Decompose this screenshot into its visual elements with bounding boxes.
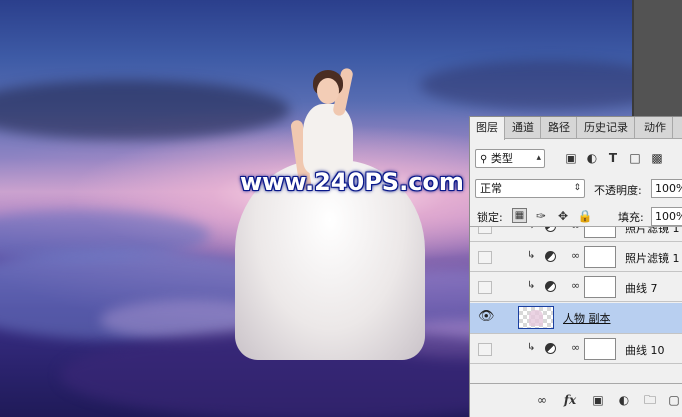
smart-object-filter-icon[interactable]: ▩ <box>649 149 665 167</box>
layer-row[interactable]: ↳ ∞ 照片滤镜 1 <box>470 227 682 242</box>
blend-row: 正常 ⇕ 不透明度: 100% <box>470 179 682 199</box>
image-filter-icon[interactable]: ▣ <box>563 149 579 167</box>
fill-input[interactable]: 100% <box>651 207 682 226</box>
add-mask-icon[interactable]: ▣ <box>590 392 606 408</box>
link-icon[interactable]: ∞ <box>571 227 580 232</box>
layer-name[interactable]: 照片滤镜 1 <box>625 227 680 236</box>
layer-row[interactable]: ↳ ∞ 曲线 7 <box>470 273 682 302</box>
link-icon[interactable]: ∞ <box>571 341 580 354</box>
chevron-updown-icon: ⇕ <box>573 183 581 193</box>
eye-icon[interactable]: 👁 <box>478 310 495 324</box>
layer-row-selected[interactable]: 👁 人物 副本 <box>470 303 682 334</box>
tab-history[interactable]: 历史记录 <box>578 117 635 139</box>
tab-paths[interactable]: 路径 <box>542 117 577 139</box>
layer-name[interactable]: 曲线 7 <box>625 280 658 296</box>
new-adjustment-icon[interactable]: ◐ <box>616 392 632 408</box>
layers-panel: 图层 通道 路径 历史记录 动作 ⚲ 类型 ▴ ▣ ◐ T □ ▩ 正常 ⇕ 不… <box>469 116 682 417</box>
adjustment-layer-icon <box>545 281 556 292</box>
blend-mode-select[interactable]: 正常 ⇕ <box>475 179 585 198</box>
lock-transparent-icon[interactable]: ▦ <box>512 208 527 223</box>
lock-label: 锁定: <box>477 211 503 224</box>
clip-arrow-icon: ↳ <box>527 250 536 261</box>
panel-tabs: 图层 通道 路径 历史记录 动作 <box>470 117 682 140</box>
lock-row: 锁定: ▦ ✑ ✥ 🔒 填充: 100% <box>470 207 682 227</box>
type-filter-icon[interactable]: T <box>605 149 621 167</box>
search-icon: ⚲ <box>480 154 488 165</box>
layer-mask-thumbnail[interactable] <box>584 276 616 298</box>
filter-row: ⚲ 类型 ▴ ▣ ◐ T □ ▩ <box>470 149 682 169</box>
new-layer-icon[interactable]: ▢ <box>666 392 682 408</box>
opacity-label: 不透明度: <box>594 184 642 197</box>
face <box>317 78 339 104</box>
adjustment-layer-icon <box>545 227 556 232</box>
adjustment-layer-icon <box>545 251 556 262</box>
layer-row[interactable]: ↳ ∞ 曲线 10 <box>470 335 682 364</box>
layer-mask-thumbnail[interactable] <box>584 246 616 268</box>
tab-channels[interactable]: 通道 <box>506 117 541 139</box>
lock-all-icon[interactable]: 🔒 <box>577 207 593 225</box>
chevron-updown-icon: ▴ <box>536 153 541 163</box>
tab-actions[interactable]: 动作 <box>638 117 673 139</box>
layer-name[interactable]: 照片滤镜 1 <box>625 250 680 266</box>
link-icon[interactable]: ∞ <box>571 249 580 262</box>
link-icon[interactable]: ∞ <box>571 279 580 292</box>
clip-arrow-icon: ↳ <box>527 227 535 231</box>
clip-arrow-icon: ↳ <box>527 280 536 291</box>
layer-name[interactable]: 人物 副本 <box>563 310 611 326</box>
layers-list[interactable]: ↳ ∞ 照片滤镜 1 ↳ ∞ 照片滤镜 1 ↳ ∞ 曲线 7 👁 人物 副本 <box>470 226 682 382</box>
wedding-dress-bodice <box>303 104 353 174</box>
layers-bottom-bar: ∞ fx ▣ ◐ 🗀 ▢ <box>470 383 682 417</box>
visibility-toggle[interactable] <box>478 227 492 234</box>
blend-mode-value: 正常 <box>480 182 502 195</box>
layer-row[interactable]: ↳ ∞ 照片滤镜 1 <box>470 243 682 272</box>
adjustment-layer-icon <box>545 343 556 354</box>
bride-figure <box>225 60 435 360</box>
kind-filter-label: 类型 <box>490 152 513 165</box>
lock-brush-icon[interactable]: ✑ <box>533 207 549 225</box>
fx-icon[interactable]: fx <box>562 392 578 408</box>
figure-thumbnail-icon <box>529 310 543 326</box>
visibility-toggle[interactable] <box>478 251 492 264</box>
visibility-toggle[interactable] <box>478 281 492 294</box>
layer-mask-thumbnail[interactable] <box>584 338 616 360</box>
clip-arrow-icon: ↳ <box>527 342 536 353</box>
adjustment-filter-icon[interactable]: ◐ <box>584 149 600 167</box>
layer-mask-thumbnail[interactable] <box>584 227 616 238</box>
lock-move-icon[interactable]: ✥ <box>555 207 571 225</box>
link-layers-icon[interactable]: ∞ <box>534 392 550 408</box>
shape-filter-icon[interactable]: □ <box>627 149 643 167</box>
tab-layers[interactable]: 图层 <box>470 117 505 140</box>
new-group-icon[interactable]: 🗀 <box>642 392 658 408</box>
layer-kind-filter[interactable]: ⚲ 类型 ▴ <box>475 149 545 168</box>
opacity-input[interactable]: 100% <box>651 179 682 198</box>
fill-label: 填充: <box>618 211 644 224</box>
visibility-toggle[interactable] <box>478 343 492 356</box>
layer-name[interactable]: 曲线 10 <box>625 342 665 358</box>
watermark-text: www.240PS.com <box>240 168 464 196</box>
cloud <box>420 60 632 110</box>
layer-thumbnail[interactable] <box>518 306 554 329</box>
